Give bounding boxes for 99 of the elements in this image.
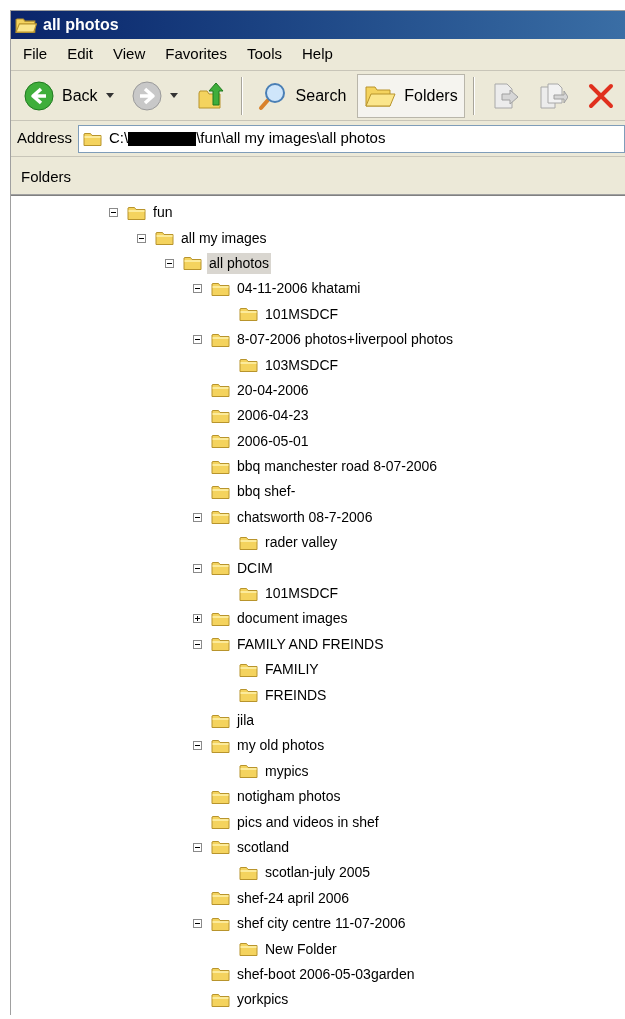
folder-name[interactable]: shef-boot 2006-05-03garden xyxy=(235,963,417,985)
folder-icon xyxy=(183,255,203,272)
folder-name[interactable]: bbq manchester road 8-07-2006 xyxy=(235,456,440,478)
search-icon xyxy=(257,80,288,111)
folder-icon xyxy=(239,534,259,551)
menu-item[interactable]: Tools xyxy=(246,43,282,66)
address-label: Address xyxy=(17,128,73,149)
window-folder-icon xyxy=(15,16,37,34)
menu-item[interactable]: View xyxy=(113,43,146,66)
folder-icon xyxy=(211,560,231,577)
folder-icon xyxy=(239,306,259,323)
folder-icon xyxy=(211,610,231,627)
collapse-toggle[interactable] xyxy=(193,512,202,522)
collapse-toggle[interactable] xyxy=(193,741,202,751)
folder-name[interactable]: DCIM xyxy=(235,557,275,579)
search-button[interactable]: Search xyxy=(250,73,354,118)
folder-name[interactable]: 8-07-2006 photos+liverpool photos xyxy=(235,329,455,351)
collapse-toggle[interactable] xyxy=(193,335,202,345)
folder-name[interactable]: document images xyxy=(235,608,350,630)
folder-icon xyxy=(155,230,175,247)
collapse-toggle[interactable] xyxy=(193,919,202,929)
folder-name[interactable]: pics and videos in shef xyxy=(235,811,381,833)
address-folder-icon xyxy=(83,130,104,147)
folder-name[interactable]: fun xyxy=(151,202,175,224)
folder-icon xyxy=(239,687,259,704)
folder-icon xyxy=(211,407,231,424)
menu-item[interactable]: File xyxy=(23,43,48,66)
folder-name[interactable]: FAMILIY xyxy=(263,659,321,681)
dropdown-caret-icon[interactable] xyxy=(105,93,114,98)
address-field[interactable]: C:\ \fun\all my images\all photos xyxy=(78,124,625,153)
folder-icon xyxy=(211,712,231,729)
collapse-toggle[interactable] xyxy=(193,563,202,573)
address-path-start: C:\ xyxy=(109,128,129,149)
folder-name[interactable]: New Folder xyxy=(263,938,339,960)
folder-name[interactable]: 103MSDCF xyxy=(263,354,341,376)
folder-name[interactable]: all my images xyxy=(179,227,269,249)
copy-to-icon xyxy=(537,80,568,111)
address-path-end: \fun\all my images\all photos xyxy=(196,128,386,149)
collapse-toggle[interactable] xyxy=(193,639,202,649)
folder-icon xyxy=(211,509,231,526)
folder-icon xyxy=(211,433,231,450)
folder-name[interactable]: yorkpics xyxy=(235,989,291,1011)
folder-icon xyxy=(211,890,231,907)
folder-name[interactable]: 2006-04-23 xyxy=(235,405,311,427)
folder-icon xyxy=(239,864,259,881)
folder-name[interactable]: 20-04-2006 xyxy=(235,379,311,401)
pane-title: Folders xyxy=(21,167,72,188)
folder-icon xyxy=(239,661,259,678)
collapse-toggle[interactable] xyxy=(109,208,118,218)
folder-icon xyxy=(127,204,147,221)
window-title: all photos xyxy=(43,15,119,35)
folder-name[interactable]: FREINDS xyxy=(263,684,329,706)
folder-name[interactable]: chatsworth 08-7-2006 xyxy=(235,506,375,528)
dropdown-caret-icon[interactable] xyxy=(169,93,178,98)
folder-name[interactable]: FAMILY AND FREINDS xyxy=(235,633,386,655)
folder-name[interactable]: shef-24 april 2006 xyxy=(235,887,352,909)
folder-name[interactable]: jila xyxy=(235,710,257,731)
menu-item[interactable]: Edit xyxy=(67,43,94,66)
folder-icon xyxy=(211,991,231,1008)
folder-icon xyxy=(211,382,231,399)
folder-name[interactable]: 2006-05-01 xyxy=(235,430,311,452)
folder-icon xyxy=(239,763,259,780)
folder-up-icon xyxy=(195,80,226,111)
folder-icon xyxy=(211,280,231,297)
folder-icon xyxy=(211,636,231,653)
folder-name[interactable]: scotland xyxy=(235,836,292,858)
folder-icon xyxy=(211,458,231,475)
folder-name[interactable]: rader valley xyxy=(263,532,340,554)
back-button[interactable]: Back xyxy=(17,73,121,118)
folder-icon xyxy=(211,839,231,856)
folder-name[interactable]: mypics xyxy=(263,760,311,782)
collapse-toggle[interactable] xyxy=(137,233,146,243)
folder-icon xyxy=(211,966,231,983)
folder-name[interactable]: 04-11-2006 khatami xyxy=(235,278,363,300)
folder-name[interactable]: bbq shef- xyxy=(235,481,298,503)
collapse-toggle[interactable] xyxy=(193,842,202,852)
folder-icon xyxy=(239,357,259,374)
collapse-toggle[interactable] xyxy=(165,258,174,268)
folder-icon xyxy=(211,737,231,754)
folder-icon xyxy=(239,941,259,957)
folder-icon xyxy=(211,814,231,831)
menu-item[interactable]: Help xyxy=(302,43,333,66)
folder-name[interactable]: all photos xyxy=(207,252,271,274)
folder-name[interactable]: scotlan-july 2005 xyxy=(263,862,373,884)
folder-name[interactable]: my old photos xyxy=(235,735,327,757)
folder-icon xyxy=(211,788,231,805)
folder-icon xyxy=(211,915,231,932)
expand-toggle[interactable] xyxy=(193,614,202,624)
folder-name[interactable]: shef city centre 11-07-2006 xyxy=(235,913,408,935)
menu-item[interactable]: Favorites xyxy=(165,43,227,66)
folders-button[interactable]: Folders xyxy=(357,73,465,118)
folder-name[interactable]: notigham photos xyxy=(235,786,343,808)
folder-icon xyxy=(211,331,231,348)
folder-icon xyxy=(239,585,259,602)
folder-icon xyxy=(211,484,231,500)
folder-name[interactable]: 101MSDCF xyxy=(263,583,341,605)
collapse-toggle[interactable] xyxy=(193,284,202,294)
folder-name[interactable]: 101MSDCF xyxy=(263,303,341,325)
redaction-bar xyxy=(128,131,197,146)
